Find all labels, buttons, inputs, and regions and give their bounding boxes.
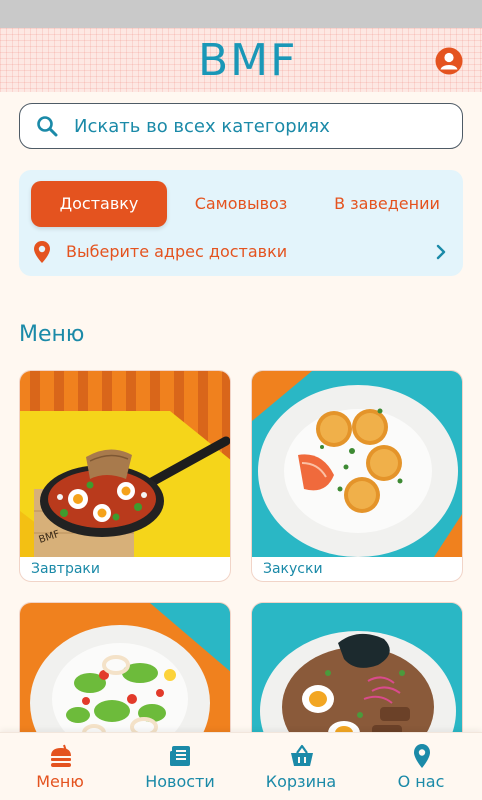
burger-icon: [51, 744, 71, 767]
address-prompt: Выберите адрес доставки: [66, 242, 288, 261]
nav-news[interactable]: Новости: [120, 733, 240, 800]
category-label: Завтраки: [31, 561, 100, 577]
bottom-navigation: Меню Новости Корзина О нас: [0, 732, 482, 800]
news-icon: [170, 746, 190, 766]
search-box[interactable]: [19, 103, 463, 149]
delivery-mode-panel: Доставку Самовывоз В заведении Выберите …: [19, 170, 463, 276]
address-selector[interactable]: Выберите адрес доставки: [19, 234, 463, 270]
tab-pickup[interactable]: Самовывоз: [181, 181, 301, 227]
menu-section-title: Меню: [19, 322, 85, 347]
basket-icon: [291, 744, 313, 766]
location-icon: [414, 744, 430, 768]
location-pin-icon: [34, 241, 50, 263]
nav-about[interactable]: О нас: [361, 733, 481, 800]
bmf-logo: BMF: [198, 35, 298, 86]
search-icon: [37, 116, 58, 137]
tab-delivery[interactable]: Доставку: [31, 181, 167, 227]
chevron-right-icon: [436, 244, 446, 260]
profile-button[interactable]: [434, 46, 464, 76]
nav-label: О нас: [397, 772, 445, 791]
nav-label: Новости: [145, 772, 215, 791]
category-label: Закуски: [263, 561, 323, 577]
breakfast-photo: BMF: [20, 371, 230, 557]
app-header: BMF: [0, 28, 482, 92]
nav-cart[interactable]: Корзина: [241, 733, 361, 800]
tab-dine-in[interactable]: В заведении: [319, 181, 455, 227]
nav-label: Корзина: [265, 772, 337, 791]
status-bar: [0, 0, 482, 28]
user-icon: [435, 47, 463, 75]
nav-menu[interactable]: Меню: [0, 733, 120, 800]
category-card-breakfasts[interactable]: BMF Завтраки: [19, 370, 231, 582]
category-card-snacks[interactable]: Закуски: [251, 370, 463, 582]
search-input[interactable]: [74, 110, 454, 142]
nav-label: Меню: [36, 772, 84, 791]
snacks-photo: [252, 371, 462, 557]
